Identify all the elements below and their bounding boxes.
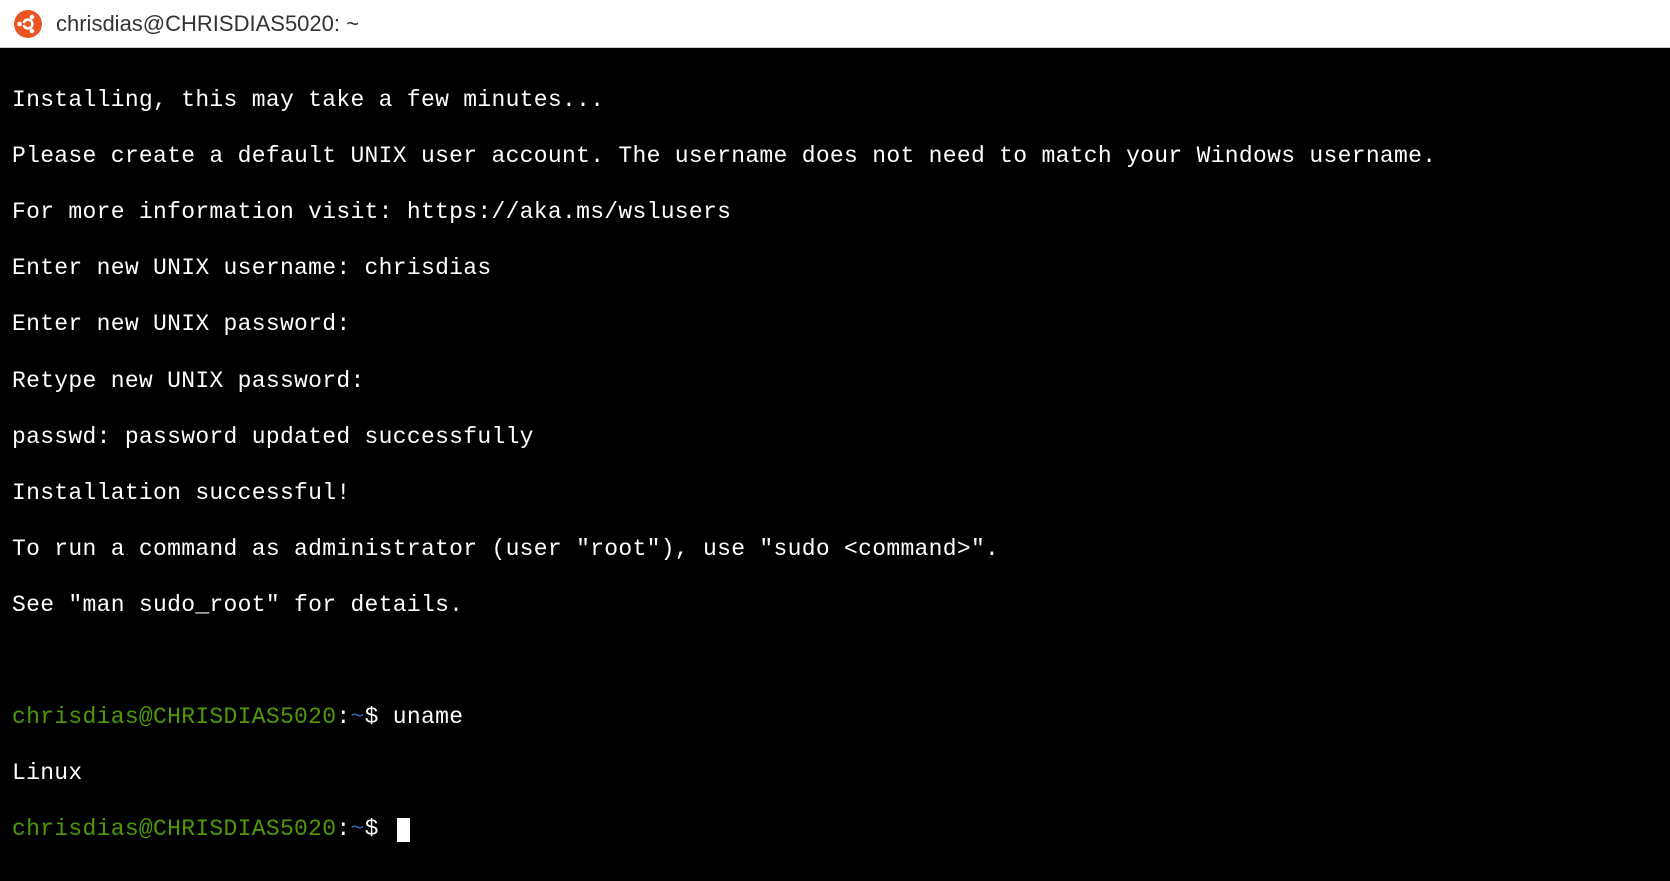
terminal-line: Retype new UNIX password: — [12, 367, 1658, 395]
prompt-path: ~ — [350, 816, 364, 842]
terminal-line: For more information visit: https://aka.… — [12, 198, 1658, 226]
terminal-line: Installation successful! — [12, 479, 1658, 507]
terminal-line: Installing, this may take a few minutes.… — [12, 86, 1658, 114]
prompt-colon: : — [336, 704, 350, 730]
prompt-dollar: $ — [365, 816, 393, 842]
terminal-line: Please create a default UNIX user accoun… — [12, 142, 1658, 170]
terminal-line: See "man sudo_root" for details. — [12, 591, 1658, 619]
blank-line — [12, 647, 1658, 675]
prompt-line: chrisdias@CHRISDIAS5020:~$ — [12, 815, 1658, 843]
prompt-userhost: chrisdias@CHRISDIAS5020 — [12, 704, 336, 730]
terminal-line: Enter new UNIX username: chrisdias — [12, 254, 1658, 282]
ubuntu-icon — [14, 10, 42, 38]
title-bar[interactable]: chrisdias@CHRISDIAS5020: ~ — [0, 0, 1670, 48]
prompt-dollar: $ — [365, 704, 393, 730]
cursor — [397, 818, 410, 842]
terminal-line: passwd: password updated successfully — [12, 423, 1658, 451]
prompt-line: chrisdias@CHRISDIAS5020:~$ uname — [12, 703, 1658, 731]
terminal-line: To run a command as administrator (user … — [12, 535, 1658, 563]
window-title: chrisdias@CHRISDIAS5020: ~ — [56, 11, 359, 37]
prompt-userhost: chrisdias@CHRISDIAS5020 — [12, 816, 336, 842]
terminal-area[interactable]: Installing, this may take a few minutes.… — [0, 48, 1670, 881]
prompt-path: ~ — [350, 704, 364, 730]
terminal-line: Enter new UNIX password: — [12, 310, 1658, 338]
prompt-colon: : — [336, 816, 350, 842]
prompt-command: uname — [393, 704, 464, 730]
terminal-output: Linux — [12, 759, 1658, 787]
